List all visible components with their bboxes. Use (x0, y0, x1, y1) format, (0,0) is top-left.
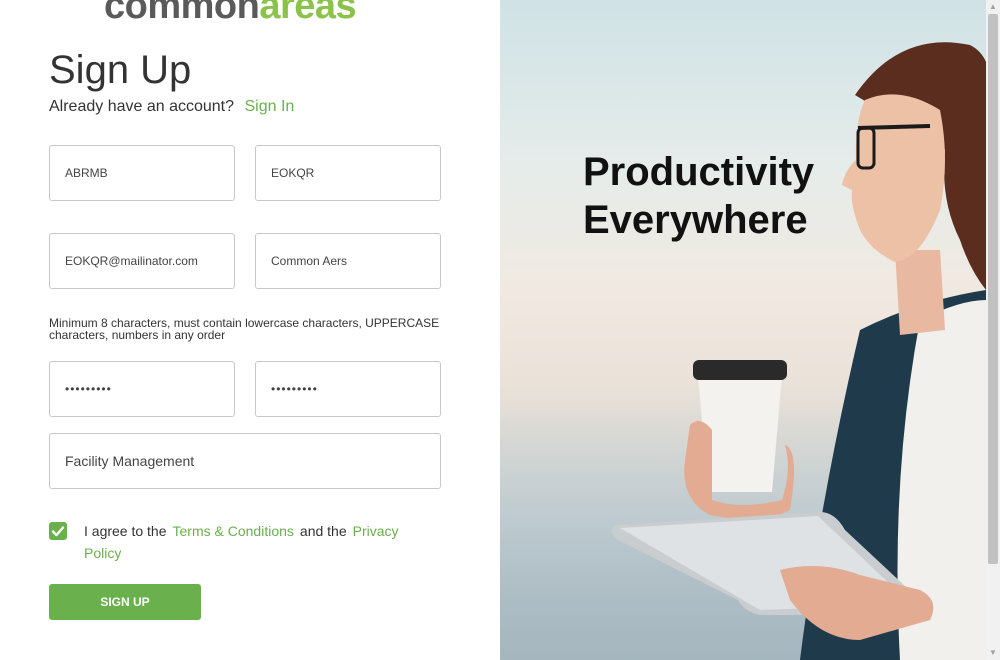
hero-panel: Productivity Everywhere (500, 0, 986, 660)
confirm-password-input[interactable] (255, 361, 441, 417)
scrollbar-thumb[interactable] (988, 14, 998, 564)
hero-headline: Productivity Everywhere (583, 148, 814, 244)
scroll-up-arrow-icon[interactable]: ▲ (986, 0, 1000, 14)
password-input[interactable] (49, 361, 235, 417)
checkmark-icon (51, 526, 65, 537)
organization-input[interactable] (255, 233, 441, 289)
agree-middle: and the (299, 523, 347, 539)
terms-conditions-link[interactable]: Terms & Conditions (173, 523, 294, 539)
last-name-input[interactable] (255, 145, 441, 201)
scroll-down-arrow-icon[interactable]: ▼ (986, 646, 1000, 660)
signin-prompt: Already have an account? Sign In (49, 97, 294, 117)
role-input[interactable] (49, 433, 441, 489)
hero-headline-line1: Productivity (583, 150, 815, 194)
logo-word-areas: areas (259, 0, 357, 27)
terms-agreement-text: I agree to the Terms & Conditions and the P… (84, 520, 434, 564)
signup-panel: commonareas Sign Up Already have an acco… (0, 0, 500, 660)
page-title: Sign Up (49, 48, 192, 92)
password-hint: Minimum 8 characters, must contain lower… (49, 316, 440, 342)
already-have-account-text: Already have an account? (49, 98, 235, 115)
email-input[interactable] (49, 233, 235, 289)
first-name-input[interactable] (49, 145, 235, 201)
commonareas-logo: commonareas (104, 0, 357, 27)
logo-word-common: common (104, 0, 260, 27)
woman-with-coffee-and-tablet-image (612, 42, 986, 660)
hero-headline-line2: Everywhere (583, 198, 808, 242)
sign-in-link[interactable]: Sign In (244, 98, 294, 115)
sign-up-button[interactable]: SIGN UP (49, 584, 201, 620)
page-scrollbar[interactable]: ▲ ▼ (986, 0, 1000, 660)
agree-checkbox[interactable] (49, 522, 67, 540)
agree-prefix: I agree to the (84, 523, 167, 539)
